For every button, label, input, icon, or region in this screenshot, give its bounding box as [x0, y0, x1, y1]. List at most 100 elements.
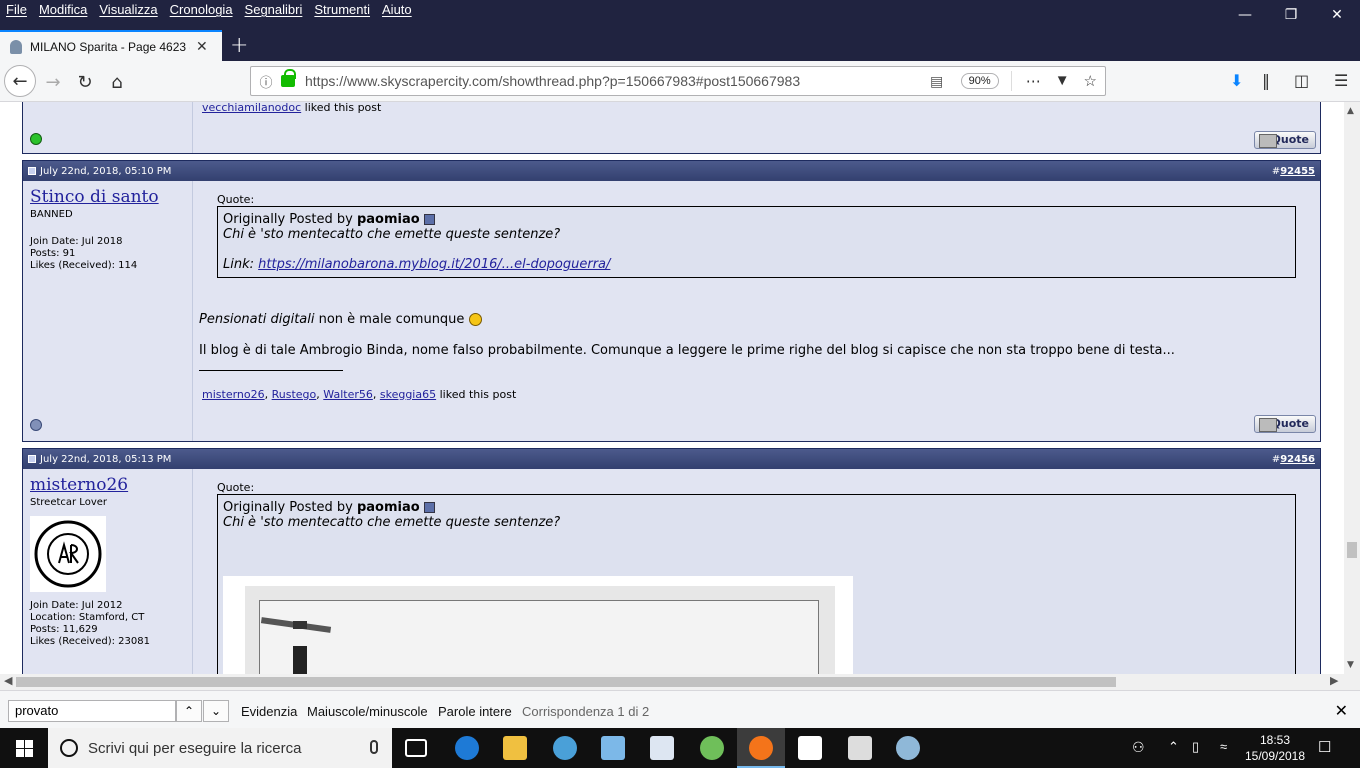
tab-title: MILANO Sparita - Page 4623 - S [30, 39, 190, 54]
quoted-photo[interactable] [223, 576, 853, 674]
close-window-button[interactable]: ✕ [1314, 0, 1360, 30]
scroll-up-icon[interactable]: ▲ [1347, 106, 1354, 116]
image-viewer-icon[interactable] [650, 736, 674, 760]
file-explorer-icon[interactable] [503, 736, 527, 760]
menu-file[interactable]: File [6, 2, 27, 17]
post-date: July 22nd, 2018, 05:10 PM [40, 165, 172, 177]
offline-status-icon [30, 419, 42, 431]
post-header: July 22nd, 2018, 05:10 PM #92455 [23, 161, 1320, 181]
hamburger-menu-icon[interactable]: ☰ [1334, 71, 1348, 90]
find-status: Corrispondenza 1 di 2 [522, 704, 650, 719]
home-button[interactable]: ⌂ [102, 67, 132, 97]
find-previous-button[interactable]: ⌃ [176, 700, 202, 722]
clock-time: 18:53 [1259, 733, 1291, 747]
camera-icon[interactable] [798, 736, 822, 760]
start-button[interactable] [0, 728, 48, 768]
zoom-indicator[interactable]: 90% [960, 73, 999, 89]
menu-aiuto[interactable]: Aiuto [382, 2, 412, 17]
edge-icon[interactable] [455, 736, 479, 760]
user-avatar[interactable] [30, 516, 106, 592]
downloads-icon[interactable]: ⬇ [1230, 71, 1243, 90]
location: Location: Stamford, CT [30, 612, 145, 623]
paint-3d-icon[interactable] [896, 736, 920, 760]
bookmark-star-icon[interactable]: ☆ [1084, 72, 1097, 90]
microphone-icon[interactable] [370, 740, 378, 754]
scroll-down-icon[interactable]: ▼ [1347, 660, 1354, 670]
find-next-button[interactable]: ⌄ [203, 700, 229, 722]
scroll-left-icon[interactable]: ◀ [4, 674, 12, 687]
menu-modifica[interactable]: Modifica [39, 2, 87, 17]
paint-icon[interactable] [553, 736, 577, 760]
menu-cronologia[interactable]: Cronologia [170, 2, 233, 17]
quote-button[interactable]: Quote [1254, 415, 1316, 433]
liker-link[interactable]: skeggia65 [380, 388, 436, 401]
post-number-link[interactable]: 92456 [1280, 454, 1315, 465]
library-icon[interactable]: ‖ [1262, 71, 1270, 90]
wifi-icon[interactable]: ≈ [1220, 739, 1227, 754]
match-case-option[interactable]: Maiuscole/minuscole [307, 704, 428, 719]
calculator-icon[interactable] [848, 736, 872, 760]
menu-bar: File Modifica Visualizza Cronologia Segn… [6, 2, 412, 17]
highlight-all-option[interactable]: Evidenzia [241, 704, 297, 719]
vertical-scroll-thumb[interactable] [1347, 542, 1357, 558]
sidebar-icon[interactable]: ◫ [1294, 71, 1309, 90]
post-number-link[interactable]: 92455 [1280, 166, 1315, 177]
firefox-taskbar-item[interactable] [737, 728, 785, 768]
restore-button[interactable]: ❐ [1268, 0, 1314, 30]
menu-visualizza[interactable]: Visualizza [99, 2, 157, 17]
liker-link[interactable]: misterno26 [202, 388, 265, 401]
find-bar: provato ⌃ ⌄ Evidenzia Maiuscole/minuscol… [0, 690, 1360, 728]
globe-icon[interactable] [700, 736, 724, 760]
likes-line: misterno26, Rustego, Walter56, skeggia65… [202, 388, 517, 401]
search-placeholder: Scrivi qui per eseguire la ricerca [88, 739, 302, 757]
notes-icon[interactable] [601, 736, 625, 760]
minimize-button[interactable]: — [1222, 0, 1268, 30]
reader-view-icon[interactable]: ▤ [925, 73, 949, 90]
new-tab-button[interactable]: + [230, 33, 248, 58]
user-info: Stinco di santo BANNED Join Date: Jul 20… [23, 181, 193, 441]
view-post-icon[interactable] [423, 502, 435, 513]
taskbar-clock[interactable]: 18:53 15/09/2018 [1240, 732, 1310, 764]
quote-text: Chi è 'sto mentecatto che emette queste … [223, 515, 561, 530]
user-info: misterno26 Streetcar Lover Join Date: Ju… [23, 469, 193, 674]
whole-words-option[interactable]: Parole intere [438, 704, 512, 719]
post-icon [28, 167, 36, 175]
tab-active[interactable]: MILANO Sparita - Page 4623 - S ✕ [0, 30, 222, 61]
quote-button[interactable]: Quote [1254, 131, 1316, 149]
view-post-icon[interactable] [423, 214, 435, 225]
horizontal-scroll-thumb[interactable] [16, 677, 1116, 687]
menu-segnalibri[interactable]: Segnalibri [245, 2, 303, 17]
people-icon[interactable]: ⚇ [1132, 739, 1145, 756]
close-tab-icon[interactable]: ✕ [196, 38, 208, 55]
username-link[interactable]: misterno26 [30, 475, 185, 495]
reload-button[interactable]: ↻ [70, 67, 100, 97]
url-bar[interactable]: ⓘ https://www.skyscrapercity.com/showthr… [250, 66, 1106, 96]
user-title: BANNED [30, 209, 73, 220]
battery-icon[interactable]: ▯ [1192, 739, 1199, 755]
scroll-right-icon[interactable]: ▶ [1330, 674, 1338, 687]
taskbar-search[interactable]: Scrivi qui per eseguire la ricerca [48, 728, 392, 768]
menu-strumenti[interactable]: Strumenti [314, 2, 370, 17]
info-icon[interactable]: ⓘ [251, 72, 281, 91]
page-actions-icon[interactable]: ⋯ [1026, 72, 1041, 90]
notifications-icon[interactable]: ☐ [1318, 738, 1331, 756]
show-hidden-icons[interactable]: ⌃ [1168, 739, 1179, 755]
close-find-bar-icon[interactable]: ✕ [1335, 701, 1348, 721]
post-header: July 22nd, 2018, 05:13 PM #92456 [23, 449, 1320, 469]
find-input[interactable]: provato [8, 700, 176, 722]
username-link[interactable]: Stinco di santo [30, 187, 185, 207]
horizontal-scrollbar[interactable]: ◀ ▶ [0, 674, 1344, 690]
liker-link[interactable]: vecchiamilanodoc [202, 102, 301, 114]
back-button[interactable]: ← [4, 65, 36, 97]
pocket-icon[interactable]: ▼ [1055, 72, 1070, 90]
post-92455: July 22nd, 2018, 05:10 PM #92455 Stinco … [22, 160, 1321, 442]
tab-bar: MILANO Sparita - Page 4623 - S ✕ + [0, 30, 1360, 61]
url-text[interactable]: https://www.skyscrapercity.com/showthrea… [305, 73, 925, 89]
quote-link[interactable]: https://milanobarona.myblog.it/2016/...e… [258, 257, 610, 272]
vertical-scrollbar[interactable]: ▲ ▼ [1344, 102, 1360, 674]
forward-button[interactable]: → [38, 67, 68, 97]
task-view-icon[interactable] [405, 739, 427, 757]
railway-seal-icon [34, 520, 102, 588]
liker-link[interactable]: Rustego [272, 388, 317, 401]
liker-link[interactable]: Walter56 [323, 388, 373, 401]
